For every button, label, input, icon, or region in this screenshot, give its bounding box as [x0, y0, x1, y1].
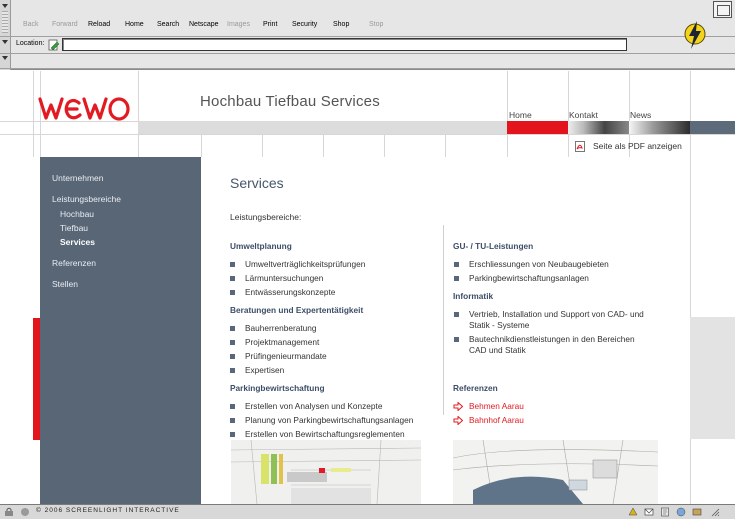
section-heading: Beratungen und Expertentätigkeit [230, 305, 364, 315]
mail-icon[interactable] [644, 507, 654, 517]
location-bar: Location: [14, 38, 674, 52]
bullet-icon [230, 340, 235, 345]
toolbar-divider [0, 68, 735, 69]
sidebar-item-hochbau[interactable]: Hochbau [60, 209, 94, 219]
section-heading: Informatik [453, 291, 494, 301]
navigator-icon[interactable] [628, 507, 638, 517]
web-page: Hochbau Tiefbau Services Home Kontakt Ne… [0, 71, 735, 504]
column-divider [443, 225, 444, 415]
location-input[interactable] [62, 38, 627, 51]
sidebar-item-services[interactable]: Services [60, 237, 95, 247]
netscape-throbber-icon[interactable] [683, 19, 707, 51]
nav-news-image [629, 121, 690, 134]
bullet-icon [454, 337, 459, 342]
nav-kontakt[interactable]: Kontakt [569, 110, 598, 120]
collapse-triangle-icon[interactable] [2, 40, 8, 44]
connection-status-icon [21, 508, 29, 516]
arrow-right-icon [453, 402, 463, 411]
bullet-icon [230, 262, 235, 267]
addressbook-icon[interactable] [692, 507, 702, 517]
bullet-icon [230, 432, 235, 437]
shop-button[interactable]: Shop [333, 14, 349, 36]
pdf-icon [575, 141, 585, 152]
sidebar-item-referenzen[interactable]: Referenzen [52, 258, 96, 268]
nav-kontakt-image [568, 121, 629, 134]
resize-grip-icon[interactable] [710, 507, 720, 517]
parking-plan-image [231, 440, 421, 504]
bullet-icon [230, 404, 235, 409]
bullet-icon [230, 290, 235, 295]
bullet-icon [230, 276, 235, 281]
bookmark-page-icon[interactable] [48, 39, 60, 51]
sidebar-item-stellen[interactable]: Stellen [52, 279, 78, 289]
nav-news[interactable]: News [630, 110, 651, 120]
back-button[interactable]: Back [23, 14, 39, 36]
header-gray-strip [138, 121, 507, 134]
site-tagline: Hochbau Tiefbau Services [200, 93, 380, 110]
toolbar-collapse-strip[interactable] [0, 0, 11, 70]
collapse-triangle-icon[interactable] [2, 56, 8, 60]
sidebar-item-tiefbau[interactable]: Tiefbau [60, 223, 88, 233]
grip-icon [2, 11, 8, 33]
toolbar-divider [0, 53, 735, 54]
arrow-right-icon [453, 416, 463, 425]
bullet-icon [454, 312, 459, 317]
page-title: Services [230, 175, 284, 191]
bullet-icon [230, 418, 235, 423]
site-map-image [453, 440, 658, 504]
browser-chrome: Back Forward Reload Home Search Netscape… [0, 0, 735, 70]
print-button[interactable]: Print [263, 14, 277, 36]
header-blue-block [690, 121, 735, 134]
section-heading: Umweltplanung [230, 241, 292, 251]
section-heading: GU- / TU-Leistungen [453, 241, 534, 251]
window-zoom-box-icon[interactable] [713, 1, 732, 18]
bullet-icon [230, 354, 235, 359]
wewo-logo[interactable] [37, 91, 131, 125]
home-button[interactable]: Home [125, 14, 144, 36]
references-heading: Referenzen [453, 383, 498, 393]
left-red-accent [33, 318, 40, 440]
sidebar-navigation: Unternehmen Leistungsbereiche Hochbau Ti… [40, 157, 201, 504]
pdf-link-label: Seite als PDF anzeigen [593, 141, 682, 151]
sidebar-item-unternehmen[interactable]: Unternehmen [52, 173, 104, 183]
forward-button[interactable]: Forward [52, 14, 78, 36]
security-lock-icon[interactable] [4, 507, 14, 517]
bullet-icon [454, 276, 459, 281]
netscape-button[interactable]: Netscape [189, 14, 219, 36]
security-button[interactable]: Security [292, 14, 317, 36]
intro-text: Leistungsbereiche: [230, 212, 302, 222]
newsgroups-icon[interactable] [676, 507, 686, 517]
status-text: © 2006 SCREENLIGHT INTERACTIVE [36, 507, 180, 514]
stop-button[interactable]: Stop [369, 14, 383, 36]
nav-home-highlight [507, 121, 568, 134]
collapse-triangle-icon[interactable] [2, 4, 8, 8]
reload-button[interactable]: Reload [88, 14, 110, 36]
bullet-icon [230, 326, 235, 331]
status-bar: © 2006 SCREENLIGHT INTERACTIVE [0, 504, 735, 519]
section-heading: Parkingbewirtschaftung [230, 383, 325, 393]
composer-icon[interactable] [660, 507, 670, 517]
bullet-icon [230, 368, 235, 373]
images-button[interactable]: Images [227, 14, 250, 36]
toolbar-divider [0, 36, 735, 37]
right-gray-accent [690, 317, 735, 439]
search-button[interactable]: Search [157, 14, 179, 36]
sidebar-item-leistungsbereiche[interactable]: Leistungsbereiche [52, 194, 121, 204]
nav-home[interactable]: Home [509, 110, 532, 120]
location-label: Location: [16, 40, 45, 47]
bullet-icon [454, 262, 459, 267]
